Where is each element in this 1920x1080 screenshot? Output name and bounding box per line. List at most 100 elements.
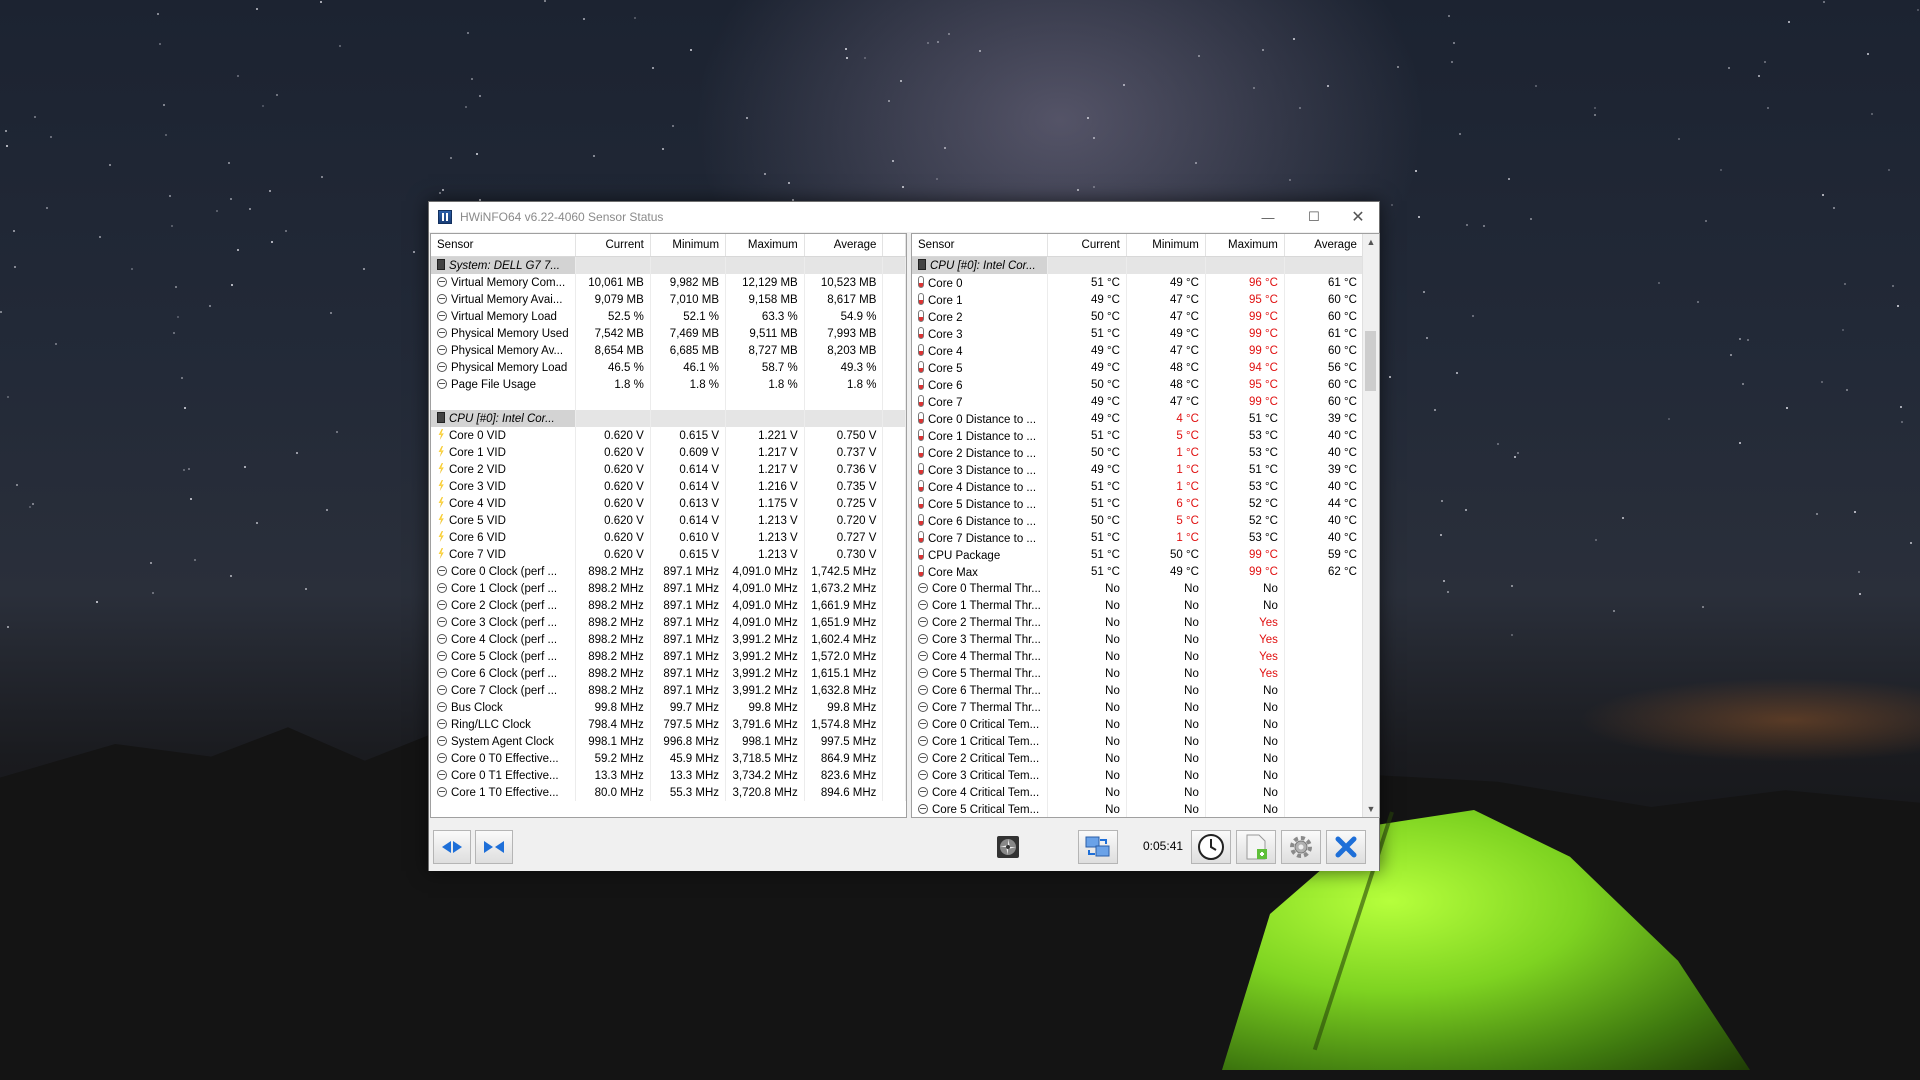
network-button[interactable] xyxy=(1078,830,1118,864)
fan-button[interactable] xyxy=(995,834,1021,860)
sensor-group-row[interactable]: CPU [#0]: Intel Cor... xyxy=(912,256,1364,274)
sensor-row[interactable]: Core 4 Critical Tem... No No No xyxy=(912,784,1364,801)
sensor-row[interactable]: Core 0 Distance to ... 49 °C 4 °C 51 °C 39 °… xyxy=(912,410,1364,427)
sensor-row[interactable]: Core 7 49 °C 47 °C 99 °C 60 °C xyxy=(912,393,1364,410)
sensor-row[interactable]: Core 0 51 °C 49 °C 96 °C 61 °C xyxy=(912,274,1364,291)
title-bar[interactable]: HWiNFO64 v6.22-4060 Sensor Status — ☐ ✕ xyxy=(429,202,1379,232)
col-current[interactable]: Current xyxy=(1047,234,1127,257)
sensor-row[interactable]: Core 2 Distance to ... 50 °C 1 °C 53 °C 40 °… xyxy=(912,444,1364,461)
sensor-row[interactable]: Core 2 VID 0.620 V 0.614 V 1.217 V 0.736 V xyxy=(431,461,906,478)
sensor-row[interactable]: Core 5 Critical Tem... No No No xyxy=(912,801,1364,817)
sensor-row[interactable]: Ring/LLC Clock 798.4 MHz 797.5 MHz 3,791.6 … xyxy=(431,716,906,733)
sensor-row[interactable]: Core 2 Critical Tem... No No No xyxy=(912,750,1364,767)
sensor-row[interactable]: Core 5 Clock (perf ... 898.2 MHz 897.1 MHz… xyxy=(431,648,906,665)
sensor-row[interactable]: Core 0 T0 Effective... 59.2 MHz 45.9 MHz 3,… xyxy=(431,750,906,767)
col-sensor[interactable]: Sensor xyxy=(912,234,1048,257)
sensor-row[interactable]: Core 2 Thermal Thr... No No Yes xyxy=(912,614,1364,631)
clock-button[interactable] xyxy=(1191,830,1231,864)
average-value xyxy=(1284,750,1364,767)
sensor-row[interactable]: Core 5 Distance to ... 51 °C 6 °C 52 °C 44 °… xyxy=(912,495,1364,512)
sensor-row[interactable]: Core 1 VID 0.620 V 0.609 V 1.217 V 0.737 V xyxy=(431,444,906,461)
sensor-row[interactable]: Core 4 Distance to ... 51 °C 1 °C 53 °C 40 °… xyxy=(912,478,1364,495)
sensor-row[interactable]: Core 1 49 °C 47 °C 95 °C 60 °C xyxy=(912,291,1364,308)
sensor-row[interactable]: Core 0 VID 0.620 V 0.615 V 1.221 V 0.750 V xyxy=(431,427,906,444)
sensor-name: Core 7 Thermal Thr... xyxy=(912,699,1048,716)
sensor-row[interactable]: Core 0 Thermal Thr... No No No xyxy=(912,580,1364,597)
close-sensors-button[interactable] xyxy=(1326,830,1366,864)
sensor-row[interactable]: Virtual Memory Load 52.5 % 52.1 % 63.3 % 54.… xyxy=(431,308,906,325)
sensor-row[interactable]: Core 1 Distance to ... 51 °C 5 °C 53 °C 40 °… xyxy=(912,427,1364,444)
sensor-row[interactable]: Core 3 VID 0.620 V 0.614 V 1.216 V 0.735 V xyxy=(431,478,906,495)
sensor-row[interactable]: Core 3 Distance to ... 49 °C 1 °C 51 °C 39 °… xyxy=(912,461,1364,478)
scroll-up-arrow-icon[interactable]: ▲ xyxy=(1363,234,1379,250)
expand-button[interactable] xyxy=(433,830,471,864)
average-value: 39 °C xyxy=(1284,410,1364,427)
col-minimum[interactable]: Minimum xyxy=(650,234,727,257)
sensor-row[interactable]: Physical Memory Load 46.5 % 46.1 % 58.7 % 49… xyxy=(431,359,906,376)
col-current[interactable]: Current xyxy=(575,234,651,257)
sensor-group-row[interactable]: CPU [#0]: Intel Cor... xyxy=(431,410,906,427)
close-window-button[interactable]: ✕ xyxy=(1335,202,1381,232)
sensor-row[interactable]: Core 6 Thermal Thr... No No No xyxy=(912,682,1364,699)
col-sensor[interactable]: Sensor xyxy=(431,234,576,257)
sensor-row[interactable]: Core 3 51 °C 49 °C 99 °C 61 °C xyxy=(912,325,1364,342)
sensor-row[interactable]: Core 5 Thermal Thr... No No Yes xyxy=(912,665,1364,682)
vertical-scrollbar[interactable]: ▲ ▼ xyxy=(1362,234,1379,817)
col-average[interactable]: Average xyxy=(804,234,884,257)
sensor-row[interactable]: Core 0 T1 Effective... 13.3 MHz 13.3 MHz 3,… xyxy=(431,767,906,784)
sensor-row[interactable]: Core 7 Thermal Thr... No No No xyxy=(912,699,1364,716)
sensor-row[interactable]: Physical Memory Av... 8,654 MB 6,685 MB 8,7… xyxy=(431,342,906,359)
sensor-row[interactable]: Core 3 Clock (perf ... 898.2 MHz 897.1 MHz… xyxy=(431,614,906,631)
sensor-table-left: Sensor Current Minimum Maximum Average S… xyxy=(431,234,906,801)
report-button[interactable] xyxy=(1236,830,1276,864)
sensor-row[interactable]: Core 5 49 °C 48 °C 94 °C 56 °C xyxy=(912,359,1364,376)
sensor-row[interactable]: Virtual Memory Avai... 9,079 MB 7,010 MB 9,… xyxy=(431,291,906,308)
sensor-row[interactable]: Bus Clock 99.8 MHz 99.7 MHz 99.8 MHz 99.8 MH… xyxy=(431,699,906,716)
scroll-thumb[interactable] xyxy=(1365,331,1376,391)
expand-icon xyxy=(442,841,462,853)
col-average[interactable]: Average xyxy=(1284,234,1364,257)
average-value: 0.725 V xyxy=(804,495,884,512)
sensor-row[interactable]: Core 7 Distance to ... 51 °C 1 °C 53 °C 40 °… xyxy=(912,529,1364,546)
average-value: 0.720 V xyxy=(804,512,884,529)
col-maximum[interactable]: Maximum xyxy=(1205,234,1285,257)
sensor-pane-left[interactable]: Sensor Current Minimum Maximum Average S… xyxy=(430,233,907,818)
sensor-row[interactable]: Core 4 VID 0.620 V 0.613 V 1.175 V 0.725 V xyxy=(431,495,906,512)
sensor-row[interactable]: Core 6 Distance to ... 50 °C 5 °C 52 °C 40 °… xyxy=(912,512,1364,529)
maximize-button[interactable]: ☐ xyxy=(1291,202,1337,232)
sensor-row[interactable]: Core 3 Thermal Thr... No No Yes xyxy=(912,631,1364,648)
sensor-row[interactable]: Core 4 Thermal Thr... No No Yes xyxy=(912,648,1364,665)
sensor-row[interactable]: Core 5 VID 0.620 V 0.614 V 1.213 V 0.720 V xyxy=(431,512,906,529)
sensor-row[interactable]: Core 2 Clock (perf ... 898.2 MHz 897.1 MHz… xyxy=(431,597,906,614)
sensor-row[interactable]: CPU Package 51 °C 50 °C 99 °C 59 °C xyxy=(912,546,1364,563)
sensor-row[interactable]: Core 1 Thermal Thr... No No No xyxy=(912,597,1364,614)
sensor-row[interactable]: Core 6 50 °C 48 °C 95 °C 60 °C xyxy=(912,376,1364,393)
sensor-row[interactable]: Core 1 Critical Tem... No No No xyxy=(912,733,1364,750)
collapse-button[interactable] xyxy=(475,830,513,864)
scroll-down-arrow-icon[interactable]: ▼ xyxy=(1363,801,1379,817)
sensor-row[interactable]: Page File Usage 1.8 % 1.8 % 1.8 % 1.8 % xyxy=(431,376,906,393)
sensor-row[interactable]: Core 1 Clock (perf ... 898.2 MHz 897.1 MHz… xyxy=(431,580,906,597)
sensor-row[interactable]: Virtual Memory Com... 10,061 MB 9,982 MB 12… xyxy=(431,274,906,291)
sensor-row[interactable]: Core Max 51 °C 49 °C 99 °C 62 °C xyxy=(912,563,1364,580)
sensor-row[interactable]: System Agent Clock 998.1 MHz 996.8 MHz 998.… xyxy=(431,733,906,750)
settings-button[interactable] xyxy=(1281,830,1321,864)
sensor-row[interactable]: Core 2 50 °C 47 °C 99 °C 60 °C xyxy=(912,308,1364,325)
col-maximum[interactable]: Maximum xyxy=(725,234,805,257)
sensor-row[interactable]: Core 0 Critical Tem... No No No xyxy=(912,716,1364,733)
sensor-label: Core 0 T0 Effective... xyxy=(451,752,559,765)
sensor-row[interactable]: Core 0 Clock (perf ... 898.2 MHz 897.1 MHz… xyxy=(431,563,906,580)
sensor-row[interactable]: Core 4 Clock (perf ... 898.2 MHz 897.1 MHz… xyxy=(431,631,906,648)
sensor-row[interactable]: Physical Memory Used 7,542 MB 7,469 MB 9,51… xyxy=(431,325,906,342)
sensor-row[interactable]: Core 7 Clock (perf ... 898.2 MHz 897.1 MHz… xyxy=(431,682,906,699)
sensor-row[interactable]: Core 7 VID 0.620 V 0.615 V 1.213 V 0.730 V xyxy=(431,546,906,563)
sensor-pane-right[interactable]: Sensor Current Minimum Maximum Average C… xyxy=(911,233,1380,818)
sensor-group-row[interactable]: System: DELL G7 7... xyxy=(431,256,906,274)
sensor-row[interactable]: Core 6 Clock (perf ... 898.2 MHz 897.1 MHz… xyxy=(431,665,906,682)
sensor-row[interactable]: Core 1 T0 Effective... 80.0 MHz 55.3 MHz 3,… xyxy=(431,784,906,801)
sensor-row[interactable]: Core 6 VID 0.620 V 0.610 V 1.213 V 0.727 V xyxy=(431,529,906,546)
sensor-row[interactable]: Core 4 49 °C 47 °C 99 °C 60 °C xyxy=(912,342,1364,359)
sensor-row[interactable]: Core 3 Critical Tem... No No No xyxy=(912,767,1364,784)
col-minimum[interactable]: Minimum xyxy=(1126,234,1206,257)
minimize-button[interactable]: — xyxy=(1245,202,1291,232)
